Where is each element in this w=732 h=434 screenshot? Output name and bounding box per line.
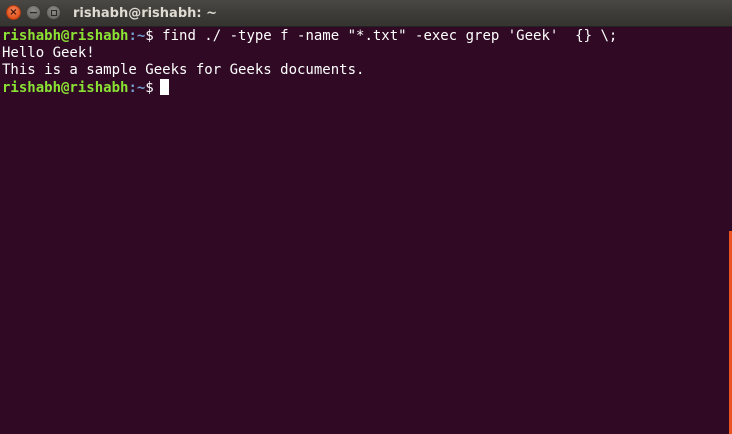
command-text: find ./ -type f -name "*.txt" -exec grep… xyxy=(153,28,618,44)
title-bar[interactable]: × − rishabh@rishabh: ~ xyxy=(0,0,732,27)
terminal-area[interactable]: rishabh@rishabh:~$ find ./ -type f -name… xyxy=(0,27,727,434)
output-line: Hello Geek! xyxy=(2,45,95,61)
minimize-button[interactable]: − xyxy=(26,5,41,20)
prompt-user-host: rishabh@rishabh xyxy=(2,28,129,44)
current-prompt-line: rishabh@rishabh:~$ xyxy=(0,79,727,96)
command-line: rishabh@rishabh:~$ find ./ -type f -name… xyxy=(0,28,727,45)
maximize-button[interactable] xyxy=(46,5,61,20)
scrollbar[interactable] xyxy=(727,27,732,434)
close-icon: × xyxy=(9,6,18,18)
prompt-path: :~ xyxy=(128,28,146,44)
prompt-user-host: rishabh@rishabh xyxy=(2,80,129,96)
window-title: rishabh@rishabh: ~ xyxy=(73,6,218,21)
prompt-symbol: $ xyxy=(145,28,154,44)
minimize-icon: − xyxy=(28,6,39,19)
text-cursor xyxy=(159,79,169,95)
output-line: This is a sample Geeks for Geeks documen… xyxy=(2,62,365,78)
terminal-window: × − rishabh@rishabh: ~ rishabh@rishabh:~… xyxy=(0,0,732,434)
maximize-icon xyxy=(50,9,57,16)
prompt-path: :~ xyxy=(128,80,146,96)
close-button[interactable]: × xyxy=(6,5,21,20)
prompt-symbol: $ xyxy=(145,80,154,96)
